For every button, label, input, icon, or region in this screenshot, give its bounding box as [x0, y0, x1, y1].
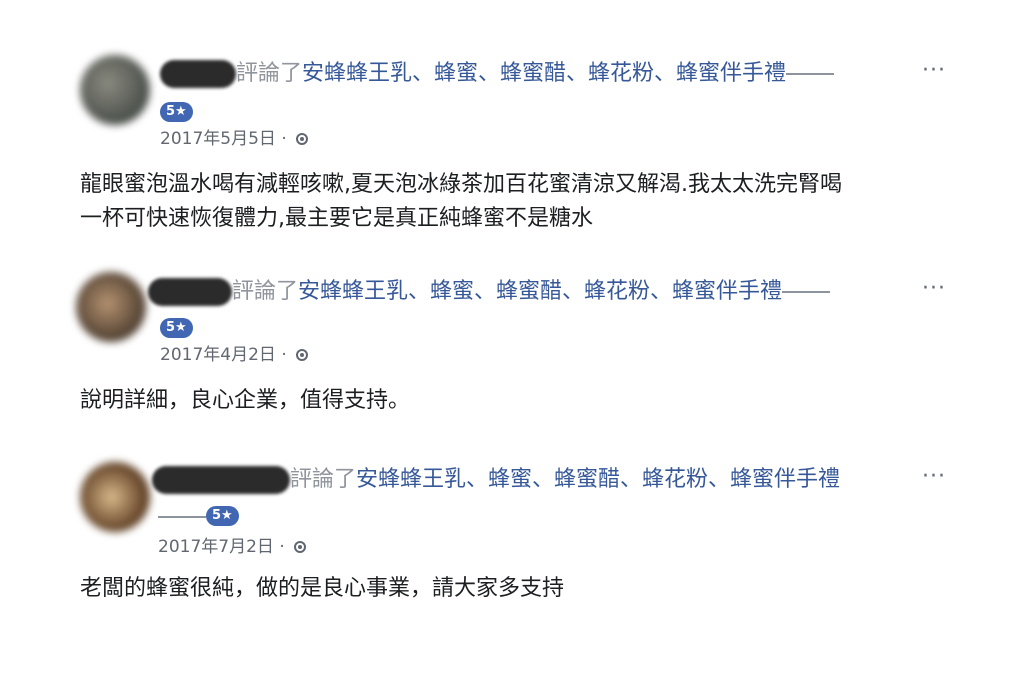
meta-separator: ·: [281, 345, 287, 365]
review-verb: 評論了: [232, 279, 299, 304]
rating-badge: 5★: [160, 318, 193, 338]
reviewer-name-redacted[interactable]: [148, 278, 232, 306]
review-text-line-1: 老闆的蜂蜜很純，做的是良心事業，請大家多支持: [80, 576, 565, 601]
avatar[interactable]: [80, 462, 150, 532]
review-headline: 評論了安蜂蜂王乳、蜂蜜、蜂蜜醋、蜂花粉、蜂蜜伴手禮: [232, 278, 831, 306]
review-headline: 評論了安蜂蜂王乳、蜂蜜、蜂蜜醋、蜂花粉、蜂蜜伴手禮: [290, 466, 840, 494]
meta-separator: ·: [279, 537, 285, 557]
review-verb: 評論了: [290, 467, 357, 492]
divider-line: [782, 291, 831, 293]
globe-icon: [296, 349, 309, 361]
more-options-icon[interactable]: ···: [922, 464, 946, 489]
rating-badge: 5★: [206, 506, 239, 526]
avatar[interactable]: [76, 272, 146, 342]
globe-icon: [294, 541, 307, 553]
review-meta: 2017年4月2日 ·: [160, 344, 309, 366]
review-date[interactable]: 2017年4月2日: [160, 345, 276, 365]
review-date[interactable]: 2017年7月2日: [158, 537, 274, 557]
reviewer-name-redacted[interactable]: [152, 466, 290, 494]
review-card: 評論了安蜂蜂王乳、蜂蜜、蜂蜜醋、蜂花粉、蜂蜜伴手禮 ··· 5★ 2017年7月…: [0, 0, 1024, 601]
page-link[interactable]: 安蜂蜂王乳、蜂蜜、蜂蜜醋、蜂花粉、蜂蜜伴手禮: [298, 279, 782, 304]
divider-line: [158, 516, 206, 518]
page-link[interactable]: 安蜂蜂王乳、蜂蜜、蜂蜜醋、蜂花粉、蜂蜜伴手禮: [356, 467, 840, 492]
review-meta: 2017年7月2日 ·: [158, 536, 307, 558]
more-options-icon[interactable]: ···: [922, 276, 946, 301]
review-text-line-1: 說明詳細，良心企業，值得支持。: [80, 388, 411, 413]
